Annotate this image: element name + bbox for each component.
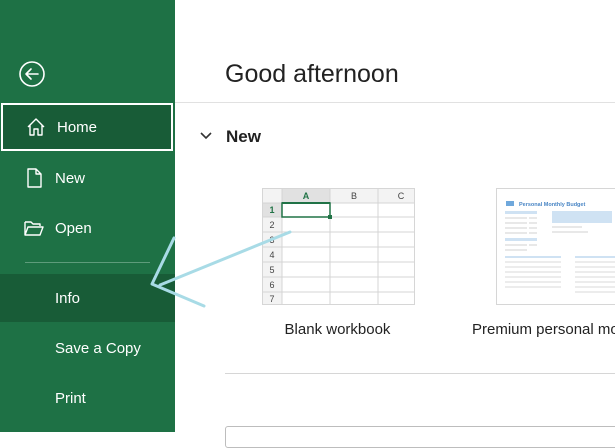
section-divider (225, 373, 615, 374)
row-header-4: 4 (269, 250, 274, 260)
sidebar-item-label: Info (55, 289, 81, 307)
blank-workbook-label[interactable]: Blank workbook (262, 321, 413, 338)
sidebar-item-info[interactable]: Info (0, 274, 175, 322)
sidebar-item-home[interactable]: Home (1, 103, 173, 151)
folder-open-icon (22, 216, 46, 240)
sidebar-item-open[interactable]: Open (0, 204, 175, 252)
sidebar-item-save-a-copy[interactable]: Save a Copy (0, 324, 175, 372)
personal-budget-template[interactable]: Personal Monthly Budget (496, 188, 615, 305)
sidebar-item-label: Save a Copy (55, 339, 141, 357)
home-icon (24, 115, 48, 139)
column-header-b: B (351, 191, 357, 201)
new-document-icon (22, 166, 46, 190)
blank-workbook-thumbnail: A B C 1 2 3 4 5 6 7 (263, 189, 414, 304)
sidebar-item-print[interactable]: Print (0, 374, 175, 422)
row-header-2: 2 (269, 220, 274, 230)
personal-budget-label[interactable]: Premium personal mo (472, 321, 615, 338)
new-section-collapse-button[interactable] (196, 126, 216, 146)
row-header-5: 5 (269, 265, 274, 275)
backstage-sidebar: Home New Open Info Save a Copy Print (0, 0, 175, 432)
row-header-3: 3 (269, 235, 274, 245)
row-header-6: 6 (269, 280, 274, 290)
column-header-c: C (398, 191, 405, 201)
row-header-7: 7 (269, 294, 274, 304)
sidebar-item-label: Print (55, 389, 86, 407)
greeting-heading: Good afternoon (225, 60, 399, 88)
column-header-a: A (303, 191, 310, 201)
new-section-title: New (226, 127, 261, 146)
budget-thumbnail-title: Personal Monthly Budget (519, 202, 585, 208)
back-arrow-icon (19, 61, 45, 87)
sidebar-item-label: Home (57, 118, 98, 136)
row-header-1: 1 (269, 205, 274, 215)
search-templates-box[interactable] (225, 426, 615, 448)
sidebar-divider (25, 262, 150, 263)
blank-workbook-template[interactable]: A B C 1 2 3 4 5 6 7 (262, 188, 415, 305)
sidebar-item-label: New (55, 169, 86, 187)
back-button[interactable] (18, 60, 46, 88)
sidebar-item-new[interactable]: New (0, 154, 175, 202)
sidebar-item-label: Open (55, 219, 92, 237)
header-divider (175, 102, 615, 103)
budget-template-thumbnail: Personal Monthly Budget (497, 189, 615, 304)
chevron-down-icon (200, 132, 212, 140)
